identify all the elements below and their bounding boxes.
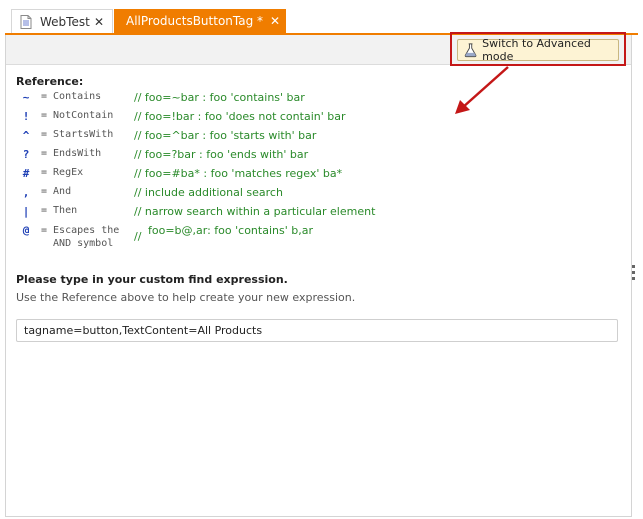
reference-row-then: | = Then // narrow search within a parti… [0,205,600,223]
reference-symbol: , [22,186,30,199]
reference-operator-name: = StartsWith [41,129,114,140]
reference-operator-name: = And [41,186,72,197]
reference-symbol: ! [22,110,30,123]
reference-row-endswith: ? = EndsWith // foo=?bar : foo 'ends wit… [0,148,600,166]
reference-row-notcontain: ! = NotContain // foo=!bar : foo 'does n… [0,110,600,128]
reference-operator-name: = Then [41,205,78,216]
reference-comment: // foo=~bar : foo 'contains' bar [134,91,305,104]
reference-comment: // foo=!bar : foo 'does not contain' bar [134,110,346,123]
reference-comment: // foo=^bar : foo 'starts with' bar [134,129,317,142]
expression-prompt: Please type in your custom find expressi… [16,273,288,286]
reference-symbol: ? [22,148,30,161]
reference-row-regex: # = RegEx // foo=#ba* : foo 'matches reg… [0,167,600,185]
reference-operator-name: = Escapes the AND symbol [41,225,120,249]
reference-operator-name: = NotContain [41,110,114,121]
reference-row-contains: ~ = Contains // foo=~bar : foo 'contains… [0,91,600,109]
expression-help: Use the Reference above to help create y… [16,291,356,304]
reference-title: Reference: [16,75,84,88]
reference-symbol: | [22,205,30,218]
reference-symbol: ~ [22,91,30,104]
reference-comment: foo=b@,ar: foo 'contains' b,ar [148,224,313,237]
reference-comment: // include additional search [134,186,283,199]
reference-comment-prefix: // [134,230,142,243]
reference-comment: // narrow search within a particular ele… [134,205,376,218]
reference-operator-name: = RegEx [41,167,84,178]
reference-comment: // foo=#ba* : foo 'matches regex' ba* [134,167,343,180]
reference-symbol: ^ [22,129,30,142]
reference-symbol: # [22,167,30,180]
reference-comment: // foo=?bar : foo 'ends with' bar [134,148,309,161]
reference-row-and: , = And // include additional search [0,186,600,204]
splitter-grip[interactable] [632,265,636,285]
find-expression-input[interactable] [16,319,618,342]
reference-row-startswith: ^ = StartsWith // foo=^bar : foo 'starts… [0,129,600,147]
reference-operator-name: = EndsWith [41,148,102,159]
reference-operator-name: = Contains [41,91,102,102]
reference-symbol: @ [22,224,30,237]
reference-row-escape: @ = Escapes the AND symbol // foo=b@,ar:… [0,224,600,252]
annotation-arrow [455,66,509,114]
